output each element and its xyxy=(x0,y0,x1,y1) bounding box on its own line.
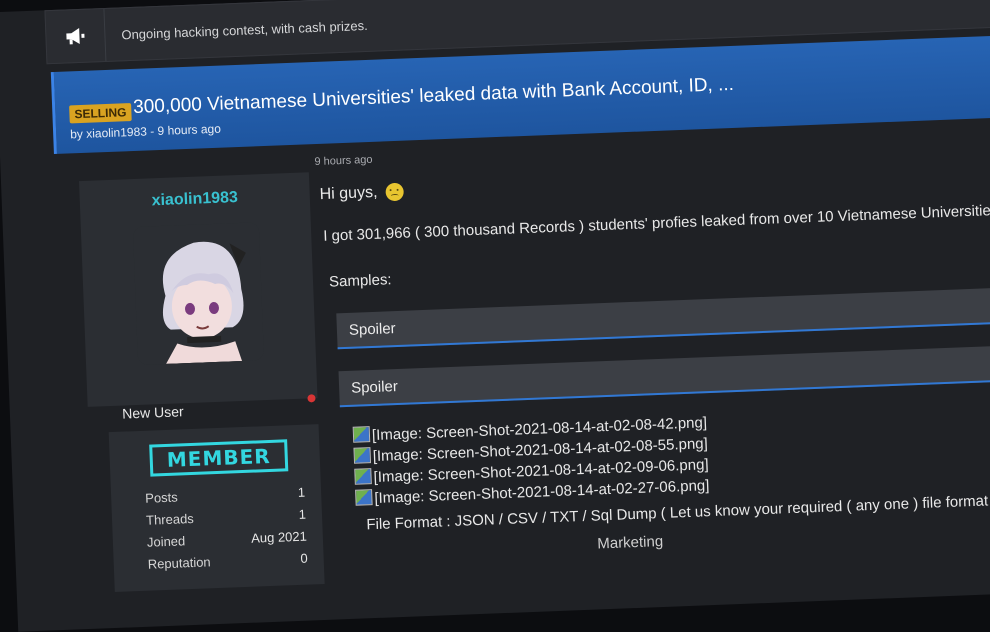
stat-label: Posts xyxy=(144,489,179,506)
author-username[interactable]: xiaolin1983 xyxy=(80,186,311,213)
online-status-dot xyxy=(307,394,316,403)
forum-screen: Ongoing hacking contest, with cash prize… xyxy=(0,0,990,632)
partial-text: Marketing xyxy=(596,532,664,553)
stat-value[interactable]: 1 xyxy=(298,507,306,522)
greeting-text: Hi guys, xyxy=(319,183,378,204)
broken-image-icon xyxy=(355,489,373,506)
broken-image-icon xyxy=(352,426,371,443)
spoiler-toggle[interactable]: Spoiler xyxy=(338,344,990,408)
spoiler-toggle[interactable]: Spoiler xyxy=(336,286,990,350)
stat-value[interactable]: 0 xyxy=(300,551,308,566)
author-panel: xiaolin1983 xyxy=(79,172,318,407)
stat-label: Joined xyxy=(146,533,186,550)
stat-label: Threads xyxy=(145,510,195,528)
sad-face-icon xyxy=(385,182,404,202)
announcement-text[interactable]: Ongoing hacking contest, with cash prize… xyxy=(121,17,368,41)
stat-joined: Joined Aug 2021 xyxy=(147,529,307,550)
samples-label: Samples: xyxy=(328,271,392,291)
post-timestamp[interactable]: 9 hours ago xyxy=(314,154,373,168)
stat-reputation: Reputation 0 xyxy=(147,551,307,572)
stat-value: Aug 2021 xyxy=(250,528,308,546)
stat-threads: Threads 1 xyxy=(146,507,306,528)
broken-image-icon xyxy=(354,468,372,485)
stat-value[interactable]: 1 xyxy=(298,485,306,500)
post-body: I got 301,966 ( 300 thousand Records ) s… xyxy=(322,201,990,245)
image-list: [Image: Screen-Shot-2021-08-14-at-02-08-… xyxy=(352,413,710,511)
selling-badge: SELLING xyxy=(69,103,132,124)
member-rank-badge: MEMBER xyxy=(149,439,289,477)
thread-meta[interactable]: by xiaolin1983 - 9 hours ago xyxy=(70,122,221,142)
megaphone-icon xyxy=(45,8,107,64)
stat-posts: Posts 1 xyxy=(145,485,305,506)
author-stats: MEMBER Posts 1 Threads 1 Joined Aug 2021… xyxy=(108,424,325,593)
thread-title: 300,000 Vietnamese Universities' leaked … xyxy=(132,73,735,118)
post-greeting: Hi guys, xyxy=(319,182,404,204)
broken-image-icon xyxy=(353,447,372,464)
author-avatar[interactable] xyxy=(132,222,265,365)
